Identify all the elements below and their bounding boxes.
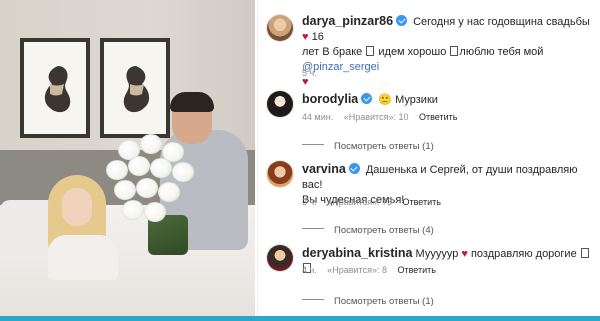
rose bbox=[106, 160, 128, 180]
view-replies-label: Посмотреть ответы (4) bbox=[334, 225, 434, 236]
heart-icon: ♥ bbox=[461, 248, 468, 260]
screenshot-frame: darya_pinzar86 Сегодня у нас годовщина с… bbox=[0, 0, 600, 321]
post-time: 5 ч. bbox=[302, 68, 317, 78]
photo-bouquet bbox=[100, 130, 200, 240]
comment-meta: 44 мин. «Нравится»: 10 Ответить bbox=[302, 112, 465, 122]
missing-glyph-icon bbox=[450, 46, 459, 56]
photo-artwork-right bbox=[100, 38, 170, 138]
avatar-image bbox=[267, 15, 293, 41]
replies-divider bbox=[302, 299, 324, 301]
rose bbox=[140, 134, 162, 154]
rose bbox=[114, 180, 136, 200]
artwork-figure-icon bbox=[44, 66, 71, 113]
caption-text: darya_pinzar86 Сегодня у нас годовщина с… bbox=[302, 14, 594, 90]
reply-button[interactable]: Ответить bbox=[419, 112, 457, 122]
rose bbox=[150, 158, 172, 178]
verified-badge-icon bbox=[361, 93, 373, 104]
heart-icon: ♥ bbox=[302, 31, 309, 43]
reply-button[interactable]: Ответить bbox=[402, 197, 440, 207]
caption-line2a: лет В браке bbox=[302, 46, 363, 58]
comments-panel: darya_pinzar86 Сегодня у нас годовщина с… bbox=[257, 0, 597, 316]
comment-likes[interactable]: «Нравится»: 8 bbox=[327, 265, 387, 275]
replies-divider bbox=[302, 144, 324, 146]
photo-artwork-left bbox=[20, 38, 90, 138]
comment-time: 3 ч. bbox=[302, 197, 317, 207]
comment-likes[interactable]: «Нравится»: 73 bbox=[327, 197, 392, 207]
caption-line1-tail: 16 bbox=[311, 31, 324, 43]
photo-man-hair bbox=[170, 92, 214, 112]
smile-emoji-icon: 🙂 bbox=[378, 94, 393, 106]
post-photo[interactable] bbox=[0, 0, 255, 316]
comment-body-a: Мууууур bbox=[415, 248, 459, 260]
comment-meta: 4 ч. «Нравится»: 8 Ответить bbox=[302, 265, 444, 275]
avatar[interactable] bbox=[266, 14, 294, 42]
replies-divider bbox=[302, 228, 324, 230]
avatar[interactable] bbox=[266, 244, 294, 272]
comment-username[interactable]: deryabina_kristina bbox=[302, 246, 412, 260]
caption-line2b: идем хорошо bbox=[378, 46, 447, 58]
comment-username[interactable]: varvina bbox=[302, 162, 346, 176]
comment-body-b: поздравляю дорогие bbox=[470, 248, 577, 260]
comment-body: Мурзики bbox=[395, 94, 438, 106]
avatar-image bbox=[267, 161, 293, 187]
comment-likes[interactable]: «Нравится»: 10 bbox=[344, 112, 409, 122]
rose bbox=[172, 162, 194, 182]
reply-button[interactable]: Ответить bbox=[397, 265, 435, 275]
view-replies-button[interactable]: Посмотреть ответы (1) bbox=[302, 136, 434, 154]
avatar[interactable] bbox=[266, 90, 294, 118]
comment-username[interactable]: borodylia bbox=[302, 92, 358, 106]
missing-glyph-icon bbox=[366, 46, 375, 56]
verified-badge-icon bbox=[396, 15, 408, 26]
rose bbox=[158, 182, 180, 202]
view-replies-button[interactable]: Посмотреть ответы (1) bbox=[302, 291, 434, 309]
rose bbox=[136, 178, 158, 198]
avatar[interactable] bbox=[266, 160, 294, 188]
post-author-username[interactable]: darya_pinzar86 bbox=[302, 14, 393, 28]
view-replies-label: Посмотреть ответы (1) bbox=[334, 141, 434, 152]
rose bbox=[122, 200, 144, 220]
comment-time: 44 мин. bbox=[302, 112, 334, 122]
comment-time: 4 ч. bbox=[302, 265, 317, 275]
missing-glyph-icon bbox=[580, 248, 589, 258]
photo-woman-body bbox=[48, 235, 118, 280]
verified-badge-icon bbox=[348, 163, 360, 174]
caption-line1: Сегодня у нас годовщина свадьбы bbox=[413, 16, 590, 28]
comment-meta: 3 ч. «Нравится»: 73 Ответить bbox=[302, 197, 449, 207]
view-replies-label: Посмотреть ответы (1) bbox=[334, 296, 434, 307]
rose bbox=[128, 156, 150, 176]
artwork-figure-icon bbox=[123, 66, 150, 113]
rose bbox=[144, 202, 166, 222]
frame-bottom-border bbox=[0, 316, 600, 321]
view-replies-button[interactable]: Посмотреть ответы (4) bbox=[302, 220, 434, 238]
photo-woman-face bbox=[62, 188, 92, 226]
avatar-image bbox=[267, 245, 293, 271]
avatar-image bbox=[267, 91, 293, 117]
comment-text: borodylia 🙂 Мурзики bbox=[302, 92, 438, 108]
caption-line2c: люблю тебя мой bbox=[459, 46, 544, 58]
